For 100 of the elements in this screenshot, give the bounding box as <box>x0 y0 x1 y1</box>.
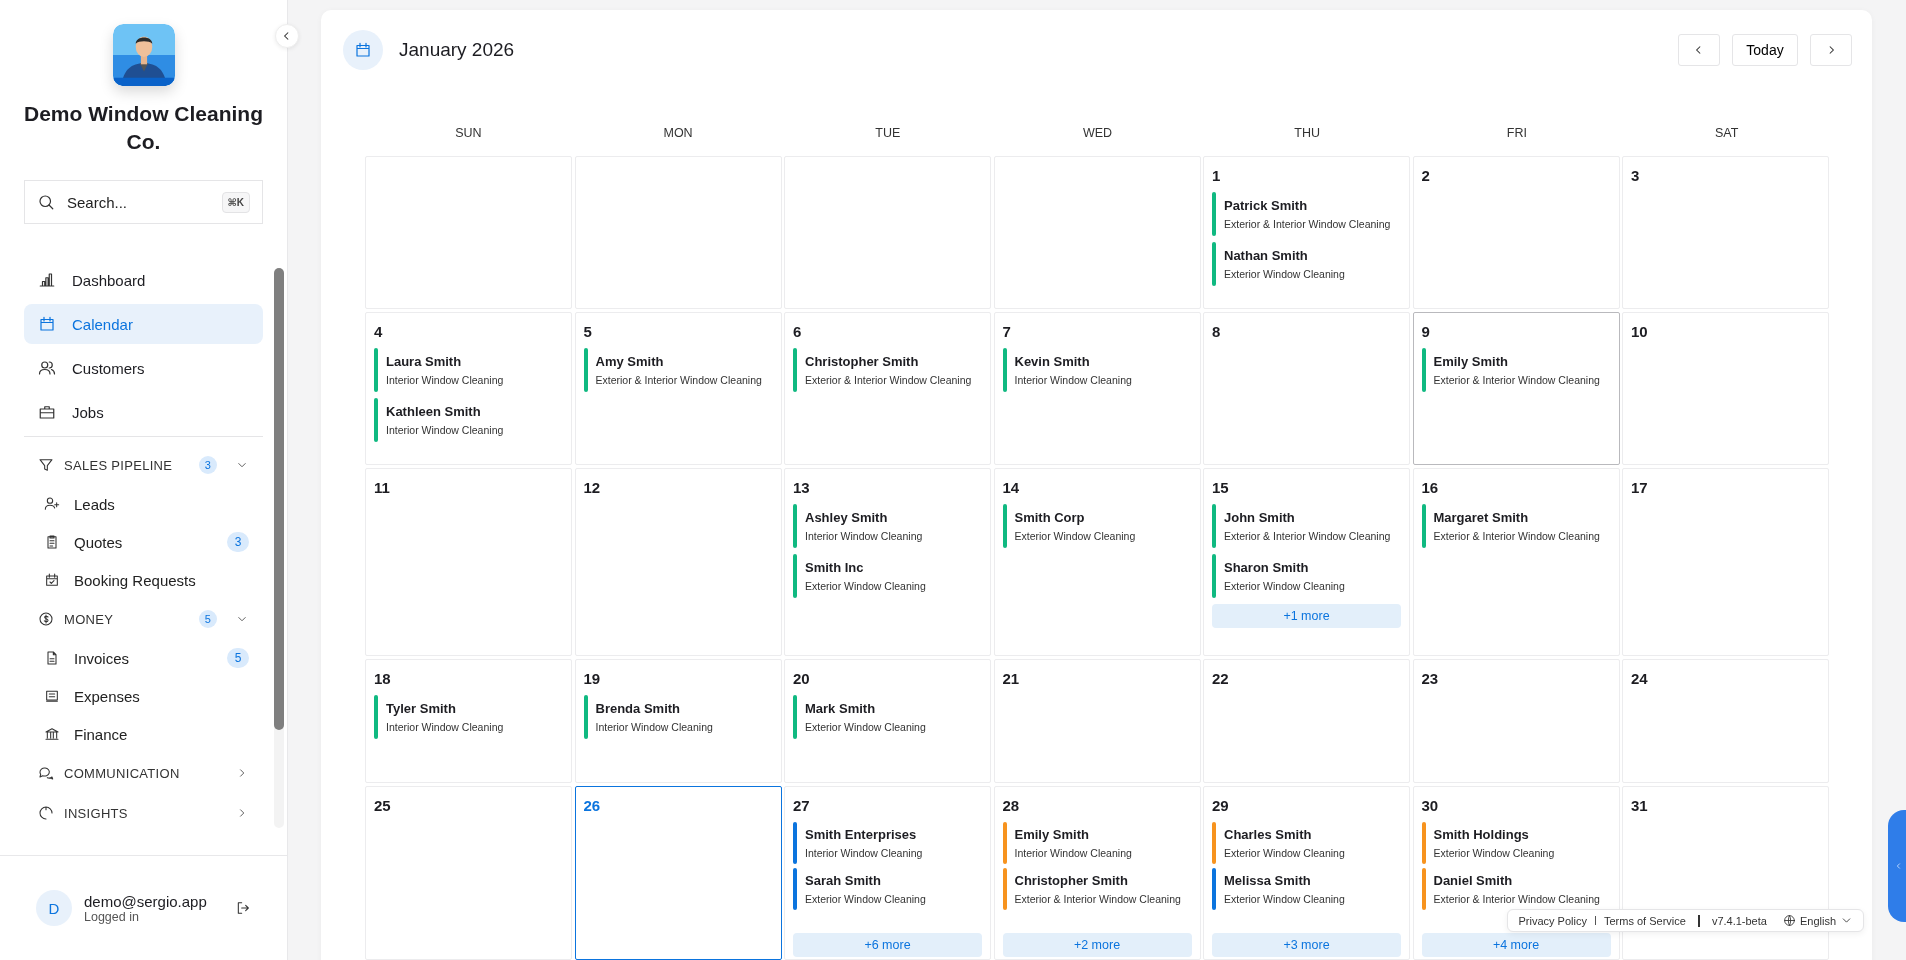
job-event[interactable]: Margaret Smith Exterior & Interior Window Cleaning <box>1421 504 1611 548</box>
job-event[interactable]: Mark Smith Exterior Window Cleaning <box>793 695 982 739</box>
job-event[interactable]: Emily Smith Interior Window Cleaning <box>1002 822 1192 864</box>
job-event[interactable]: Nathan Smith Exterior Window Cleaning <box>1212 242 1401 286</box>
nav-item[interactable]: Booking Requests <box>24 561 263 599</box>
day-cell[interactable]: 18 Tyler Smith Interior Window Cleaning <box>365 659 572 783</box>
service-name: Exterior & Interior Window Cleaning <box>1433 374 1600 386</box>
day-cell[interactable]: 27 Smith Enterprises Interior Window Cleaning Sarah Smith Exterior Window Cleaning +6 more <box>784 786 991 960</box>
service-name: Interior Window Cleaning <box>386 721 504 733</box>
day-cell[interactable]: 6 Christopher Smith Exterior & Interior Window Cleaning <box>784 312 991 465</box>
day-number: 19 <box>583 670 602 687</box>
more-events-button[interactable]: +2 more <box>1002 933 1192 957</box>
day-cell[interactable]: 21 <box>993 659 1201 783</box>
day-cell[interactable]: 2 <box>1412 156 1620 309</box>
scrollbar-thumb[interactable] <box>274 268 284 730</box>
day-cell[interactable]: 10 <box>1622 312 1829 465</box>
day-cell[interactable]: 25 <box>365 786 572 960</box>
job-event[interactable]: Sharon Smith Exterior Window Cleaning <box>1212 554 1401 598</box>
job-event[interactable]: Charles Smith Exterior Window Cleaning <box>1212 822 1401 864</box>
day-number: 7 <box>1002 323 1012 340</box>
nav-group-header[interactable]: SALES PIPELINE 3 <box>24 445 263 485</box>
search-field[interactable]: Search... ⌘K <box>24 180 263 224</box>
day-cell[interactable]: 13 Ashley Smith Interior Window Cleaning Smith Inc Exterior Window Cleaning <box>784 468 991 656</box>
day-cell[interactable]: 5 Amy Smith Exterior & Interior Window Cleaning <box>574 312 782 465</box>
day-cell[interactable]: 12 <box>574 468 782 656</box>
customer-name: Margaret Smith <box>1433 510 1530 525</box>
job-event[interactable]: Amy Smith Exterior & Interior Window Cleaning <box>583 348 773 392</box>
day-number: 9 <box>1421 323 1431 340</box>
day-number: 13 <box>793 479 811 496</box>
clipboard-icon <box>44 534 60 550</box>
nav-item[interactable]: Dashboard <box>24 260 263 300</box>
nav-item[interactable]: Leads <box>24 485 263 523</box>
nav-item[interactable]: Finance <box>24 715 263 753</box>
day-cell[interactable]: 7 Kevin Smith Interior Window Cleaning <box>993 312 1201 465</box>
nav-item[interactable]: Calendar <box>24 304 263 344</box>
language-selector[interactable]: English <box>1782 914 1853 927</box>
day-number: 31 <box>1631 797 1649 814</box>
today-button[interactable]: Today <box>1732 34 1798 66</box>
customer-name: Emily Smith <box>1014 827 1090 842</box>
nav-group-header[interactable]: INSIGHTS <box>24 793 263 833</box>
more-events-button[interactable]: +6 more <box>793 933 982 957</box>
more-events-button[interactable]: +4 more <box>1421 933 1611 957</box>
nav-item[interactable]: Invoices 5 <box>24 639 263 677</box>
job-event[interactable]: Christopher Smith Exterior & Interior Window Cleaning <box>1002 868 1192 910</box>
day-number: 12 <box>583 479 602 496</box>
day-cell[interactable]: 20 Mark Smith Exterior Window Cleaning <box>784 659 991 783</box>
nav-item[interactable]: Expenses <box>24 677 263 715</box>
day-cell[interactable]: 26 <box>574 786 782 960</box>
job-event[interactable]: Laura Smith Interior Window Cleaning <box>374 348 563 392</box>
job-event[interactable]: Tyler Smith Interior Window Cleaning <box>374 695 563 739</box>
more-events-button[interactable]: +1 more <box>1212 604 1401 628</box>
count-badge: 3 <box>199 456 217 474</box>
nav-item[interactable]: Quotes 3 <box>24 523 263 561</box>
nav-item[interactable]: Jobs <box>24 392 263 432</box>
nav-group-header[interactable]: MONEY 5 <box>24 599 263 639</box>
day-cell[interactable]: 1 Patrick Smith Exterior & Interior Window Cleaning Nathan Smith Exterior Window Cleaning <box>1203 156 1410 309</box>
job-event[interactable]: Daniel Smith Exterior & Interior Window Cleaning <box>1421 868 1611 910</box>
nav-item[interactable]: Customers <box>24 348 263 388</box>
weekday-label: TUE <box>874 125 902 142</box>
customer-name: Christopher Smith <box>1014 873 1129 888</box>
day-cell[interactable]: 8 <box>1203 312 1410 465</box>
job-event[interactable]: Smith Corp Exterior Window Cleaning <box>1002 504 1192 548</box>
job-event[interactable]: Smith Holdings Exterior Window Cleaning <box>1421 822 1611 864</box>
job-event[interactable]: Brenda Smith Interior Window Cleaning <box>583 695 773 739</box>
job-event[interactable]: Christopher Smith Exterior & Interior Window Cleaning <box>793 348 982 392</box>
day-cell[interactable]: 11 <box>365 468 572 656</box>
customer-name: Smith Inc <box>805 560 865 575</box>
day-cell[interactable]: 9 Emily Smith Exterior & Interior Window Cleaning <box>1412 312 1620 465</box>
job-event[interactable]: Kathleen Smith Interior Window Cleaning <box>374 398 563 442</box>
day-number: 18 <box>374 670 392 687</box>
footer-link[interactable]: Privacy Policy <box>1518 914 1587 927</box>
day-cell[interactable]: 28 Emily Smith Interior Window Cleaning Christopher Smith Exterior & Interior Window Cleaning +2 more <box>993 786 1201 960</box>
logout-icon[interactable] <box>235 900 251 916</box>
day-cell[interactable]: 24 <box>1622 659 1829 783</box>
day-cell[interactable]: 16 Margaret Smith Exterior & Interior Window Cleaning <box>1412 468 1620 656</box>
day-cell[interactable]: 17 <box>1622 468 1829 656</box>
day-cell[interactable]: 23 <box>1412 659 1620 783</box>
service-name: Interior Window Cleaning <box>386 424 504 436</box>
job-event[interactable]: Emily Smith Exterior & Interior Window Cleaning <box>1421 348 1611 392</box>
day-cell[interactable]: 14 Smith Corp Exterior Window Cleaning <box>993 468 1201 656</box>
job-event[interactable]: John Smith Exterior & Interior Window Cleaning <box>1212 504 1401 548</box>
job-event[interactable]: Kevin Smith Interior Window Cleaning <box>1002 348 1192 392</box>
day-cell[interactable]: 29 Charles Smith Exterior Window Cleaning Melissa Smith Exterior Window Cleaning +3 more <box>1203 786 1410 960</box>
job-event[interactable]: Sarah Smith Exterior Window Cleaning <box>793 868 982 910</box>
more-events-button[interactable]: +3 more <box>1212 933 1401 957</box>
job-event[interactable]: Melissa Smith Exterior Window Cleaning <box>1212 868 1401 910</box>
customer-name: Nathan Smith <box>1224 248 1309 263</box>
nav-group-header[interactable]: COMMUNICATION <box>24 753 263 793</box>
collapse-button[interactable] <box>275 24 299 48</box>
job-event[interactable]: Ashley Smith Interior Window Cleaning <box>793 504 982 548</box>
day-number: 26 <box>583 797 602 814</box>
search-input[interactable]: Search... <box>65 192 212 212</box>
job-event[interactable]: Smith Inc Exterior Window Cleaning <box>793 554 982 598</box>
day-cell[interactable]: 19 Brenda Smith Interior Window Cleaning <box>574 659 782 783</box>
day-cell[interactable]: 15 John Smith Exterior & Interior Window Cleaning Sharon Smith Exterior Window Cleaning +1 more <box>1203 468 1410 656</box>
day-cell[interactable]: 22 <box>1203 659 1410 783</box>
job-event[interactable]: Patrick Smith Exterior & Interior Window Cleaning <box>1212 192 1401 236</box>
day-cell[interactable]: 3 <box>1622 156 1829 309</box>
day-cell[interactable]: 4 Laura Smith Interior Window Cleaning Kathleen Smith Interior Window Cleaning <box>365 312 572 465</box>
job-event[interactable]: Smith Enterprises Interior Window Cleaning <box>793 822 982 864</box>
